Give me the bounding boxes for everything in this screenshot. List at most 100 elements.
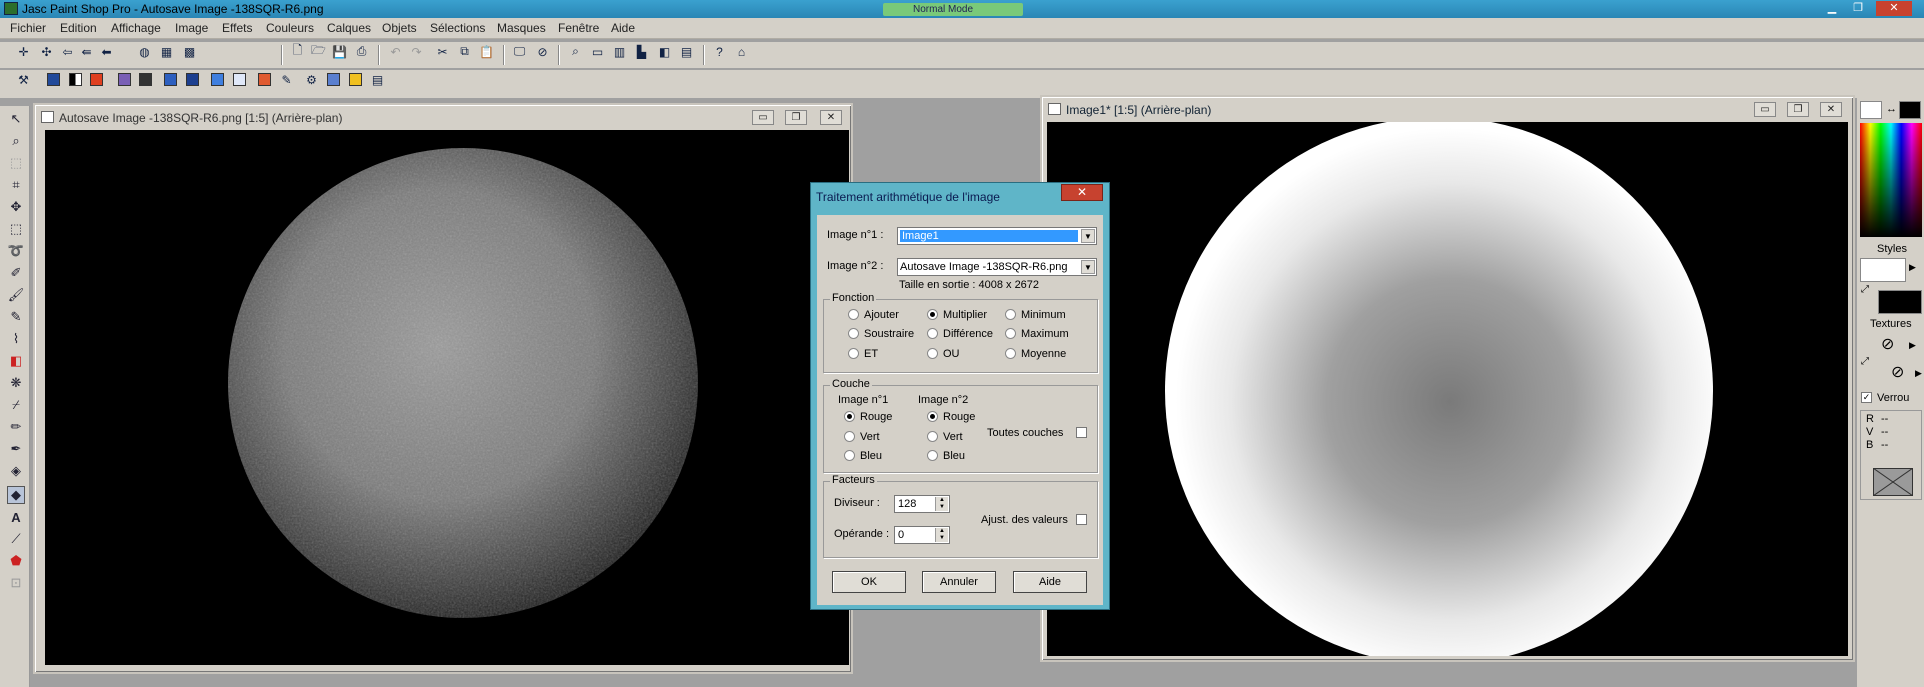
arrow-tool-icon[interactable]: ↖ bbox=[7, 110, 25, 128]
doc-minimize-button[interactable]: ▭ bbox=[752, 110, 774, 125]
lock-checkbox[interactable]: ✓ bbox=[1861, 392, 1872, 403]
close-button[interactable]: ✕ bbox=[1876, 1, 1912, 16]
tools-icon[interactable]: ⚒ bbox=[14, 70, 33, 89]
menu-objets[interactable]: Objets bbox=[382, 21, 417, 35]
print-icon[interactable]: ⎙ bbox=[352, 42, 371, 61]
no-texture-icon[interactable]: ⊘ bbox=[1881, 334, 1894, 354]
radio-soustraire[interactable] bbox=[848, 328, 859, 339]
adjust-checkbox[interactable] bbox=[1076, 514, 1087, 525]
texture-arrow-icon[interactable]: ▶ bbox=[1909, 340, 1916, 351]
crosshair-icon[interactable]: ✛ bbox=[14, 42, 33, 61]
no-entry-icon[interactable]: ⊘ bbox=[533, 42, 552, 61]
radio-img2-vert[interactable] bbox=[927, 431, 938, 442]
doc2-minimize-button[interactable]: ▭ bbox=[1754, 102, 1776, 117]
fill-bucket-icon[interactable]: ◆ bbox=[7, 486, 25, 504]
layers-icon[interactable]: ▦ bbox=[157, 42, 176, 61]
text-tool-icon[interactable]: A bbox=[7, 508, 25, 526]
radio-multiplier[interactable] bbox=[927, 309, 938, 320]
styles-arrow-icon[interactable]: ▶ bbox=[1909, 262, 1916, 273]
zoom-icon[interactable]: ⌕ bbox=[566, 42, 585, 61]
menu-selections[interactable]: Sélections bbox=[430, 21, 485, 35]
effect-3-icon[interactable] bbox=[87, 70, 106, 89]
cancel-button[interactable]: Annuler bbox=[922, 571, 996, 593]
radio-moyenne[interactable] bbox=[1005, 348, 1016, 359]
effect-11-icon[interactable]: ✎ bbox=[277, 70, 296, 89]
operand-stepper[interactable]: 0 ▲ ▼ bbox=[894, 526, 950, 544]
color-bars-icon[interactable]: ▥ bbox=[610, 42, 629, 61]
minimize-button[interactable]: ▁ bbox=[1820, 1, 1844, 16]
scratch-tool-icon[interactable]: ❋ bbox=[7, 374, 25, 392]
spin-arrows-icon[interactable]: ▲ ▼ bbox=[935, 497, 948, 511]
menu-affichage[interactable]: Affichage bbox=[111, 21, 161, 35]
brush-tool-icon[interactable]: 🖌 bbox=[7, 286, 25, 304]
effect-15-icon[interactable]: ▤ bbox=[368, 70, 387, 89]
zoom-tool-icon[interactable]: ⌕ bbox=[7, 132, 25, 150]
effect-8-icon[interactable] bbox=[208, 70, 227, 89]
ok-button[interactable]: OK bbox=[832, 571, 906, 593]
menu-effets[interactable]: Effets bbox=[222, 21, 252, 35]
effect-14-icon[interactable] bbox=[346, 70, 365, 89]
menu-masques[interactable]: Masques bbox=[497, 21, 546, 35]
effect-6-icon[interactable] bbox=[161, 70, 180, 89]
doc2-restore-button[interactable]: ❐ bbox=[1787, 102, 1809, 117]
help-pointer-icon[interactable]: ? bbox=[710, 42, 729, 61]
undo-icon[interactable]: ↶ bbox=[386, 42, 405, 61]
radio-minimum[interactable] bbox=[1005, 309, 1016, 320]
image-canvas-2[interactable] bbox=[1047, 122, 1848, 656]
eraser-tool-icon[interactable]: ⌿ bbox=[7, 396, 25, 414]
node-tool-icon[interactable]: ⊡ bbox=[7, 574, 25, 592]
redo-icon[interactable]: ↷ bbox=[407, 42, 426, 61]
radio-ajouter[interactable] bbox=[848, 309, 859, 320]
no-texture-bg-icon[interactable]: ⊘ bbox=[1891, 362, 1904, 382]
background-swatch[interactable] bbox=[1899, 101, 1921, 119]
dialog-close-button[interactable]: ✕ bbox=[1061, 184, 1103, 201]
image2-select[interactable]: Autosave Image -138SQR-R6.png ▼ bbox=[897, 258, 1097, 276]
spin-arrows-icon[interactable]: ▲ ▼ bbox=[935, 528, 948, 542]
swap-colors-icon[interactable]: ↔ bbox=[1886, 103, 1897, 115]
color-picker[interactable] bbox=[1860, 123, 1922, 237]
arrow-left2-icon[interactable]: ⇚ bbox=[77, 42, 96, 61]
save-icon[interactable]: 💾 bbox=[330, 42, 349, 61]
lasso-tool-icon[interactable]: ➰ bbox=[7, 242, 25, 260]
effect-4-icon[interactable] bbox=[115, 70, 134, 89]
line-tool-icon[interactable]: ⟋ bbox=[7, 530, 25, 548]
effect-2-icon[interactable] bbox=[66, 70, 85, 89]
effect-1-icon[interactable] bbox=[44, 70, 63, 89]
open-folder-icon[interactable]: 🗁 bbox=[309, 42, 328, 61]
move-tool-icon[interactable]: ✥ bbox=[7, 198, 25, 216]
arrow-left3-icon[interactable]: ⬅ bbox=[97, 42, 116, 61]
menu-image[interactable]: Image bbox=[175, 21, 208, 35]
radio-img1-bleu[interactable] bbox=[844, 450, 855, 461]
radio-et[interactable] bbox=[848, 348, 859, 359]
divisor-stepper[interactable]: 128 ▲ ▼ bbox=[894, 495, 950, 513]
help-button[interactable]: Aide bbox=[1013, 571, 1087, 593]
grid-move-icon[interactable]: ✣ bbox=[37, 42, 56, 61]
paste-icon[interactable]: 📋 bbox=[477, 42, 496, 61]
maximize-button[interactable]: ❐ bbox=[1846, 1, 1870, 16]
menu-fenetre[interactable]: Fenêtre bbox=[558, 21, 599, 35]
doc2-close-button[interactable]: ✕ bbox=[1820, 102, 1842, 117]
shape-tool-icon[interactable]: ⬟ bbox=[7, 552, 25, 570]
toolbar-toggle-icon[interactable]: ▭ bbox=[588, 42, 607, 61]
cut-icon[interactable]: ✂ bbox=[433, 42, 452, 61]
foreground-swatch[interactable] bbox=[1860, 101, 1882, 119]
clone-tool-icon[interactable]: ✎ bbox=[7, 308, 25, 326]
image1-select[interactable]: Image1 ▼ bbox=[897, 227, 1097, 245]
palette-icon[interactable]: ◧ bbox=[655, 42, 674, 61]
monitor-icon[interactable]: 🖵 bbox=[510, 42, 529, 61]
doc-close-button[interactable]: ✕ bbox=[820, 110, 842, 125]
retouch-tool-icon[interactable]: ◧ bbox=[7, 352, 25, 370]
styles-swatch[interactable] bbox=[1860, 258, 1906, 282]
new-file-icon[interactable]: 🗋 bbox=[288, 42, 307, 61]
effect-9-icon[interactable] bbox=[230, 70, 249, 89]
swap-styles-icon[interactable]: ⤢ bbox=[1861, 284, 1869, 295]
effect-12-icon[interactable]: ⚙ bbox=[302, 70, 321, 89]
radio-ou[interactable] bbox=[927, 348, 938, 359]
dropper-tool-icon[interactable]: ✐ bbox=[7, 264, 25, 282]
menu-couleurs[interactable]: Couleurs bbox=[266, 21, 314, 35]
menu-fichier[interactable]: Fichier bbox=[10, 21, 46, 35]
menu-edition[interactable]: Edition bbox=[60, 21, 97, 35]
radio-img2-rouge[interactable] bbox=[927, 411, 938, 422]
doc-restore-button[interactable]: ❐ bbox=[785, 110, 807, 125]
swap-textures-icon[interactable]: ⤢ bbox=[1861, 356, 1869, 367]
